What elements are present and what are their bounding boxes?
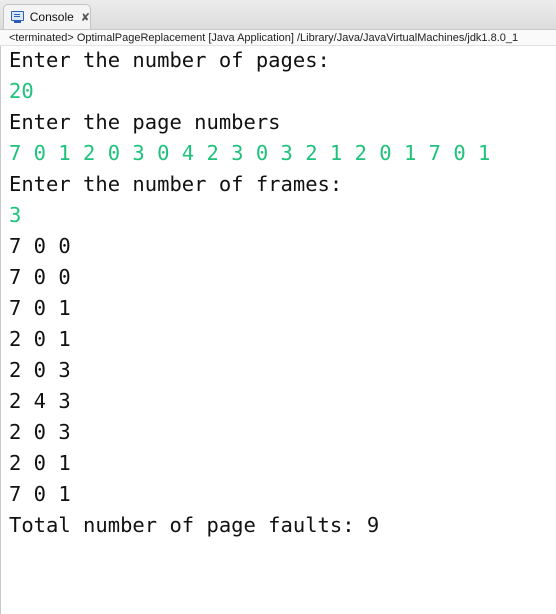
- process-status: <terminated> OptimalPageReplacement [Jav…: [0, 30, 556, 46]
- console-output-line: 2 0 3: [9, 358, 71, 382]
- view-frame: [0, 0, 6, 614]
- console-output-line: 7 0 0: [9, 265, 71, 289]
- console-icon: [11, 11, 24, 23]
- console-tab-bar: Console ✘: [0, 0, 556, 30]
- tab-console[interactable]: Console ✘: [3, 4, 91, 29]
- console-output-line: Total number of page faults: 9: [9, 513, 380, 537]
- console-output-line: 7 0 0: [9, 234, 71, 258]
- console-output-line: Enter the number of pages:: [9, 48, 330, 72]
- console-output-line: 2 4 3: [9, 389, 71, 413]
- close-icon[interactable]: ✘: [81, 11, 90, 24]
- console-output-line: 2 0 3: [9, 420, 71, 444]
- tab-console-label: Console: [29, 10, 74, 24]
- console-input-line: 20: [9, 79, 34, 103]
- console-output-line: 2 0 1: [9, 451, 71, 475]
- console-input-line: 7 0 1 2 0 3 0 4 2 3 0 3 2 1 2 0 1 7 0 1: [9, 141, 491, 165]
- console-output[interactable]: Enter the number of pages: 20 Enter the pa…: [9, 45, 490, 541]
- console-input-line: 3: [9, 203, 22, 227]
- console-output-line: 2 0 1: [9, 327, 71, 351]
- console-output-line: 7 0 1: [9, 482, 71, 506]
- console-output-line: Enter the page numbers: [9, 110, 281, 134]
- console-output-line: Enter the number of frames:: [9, 172, 343, 196]
- console-output-line: 7 0 1: [9, 296, 71, 320]
